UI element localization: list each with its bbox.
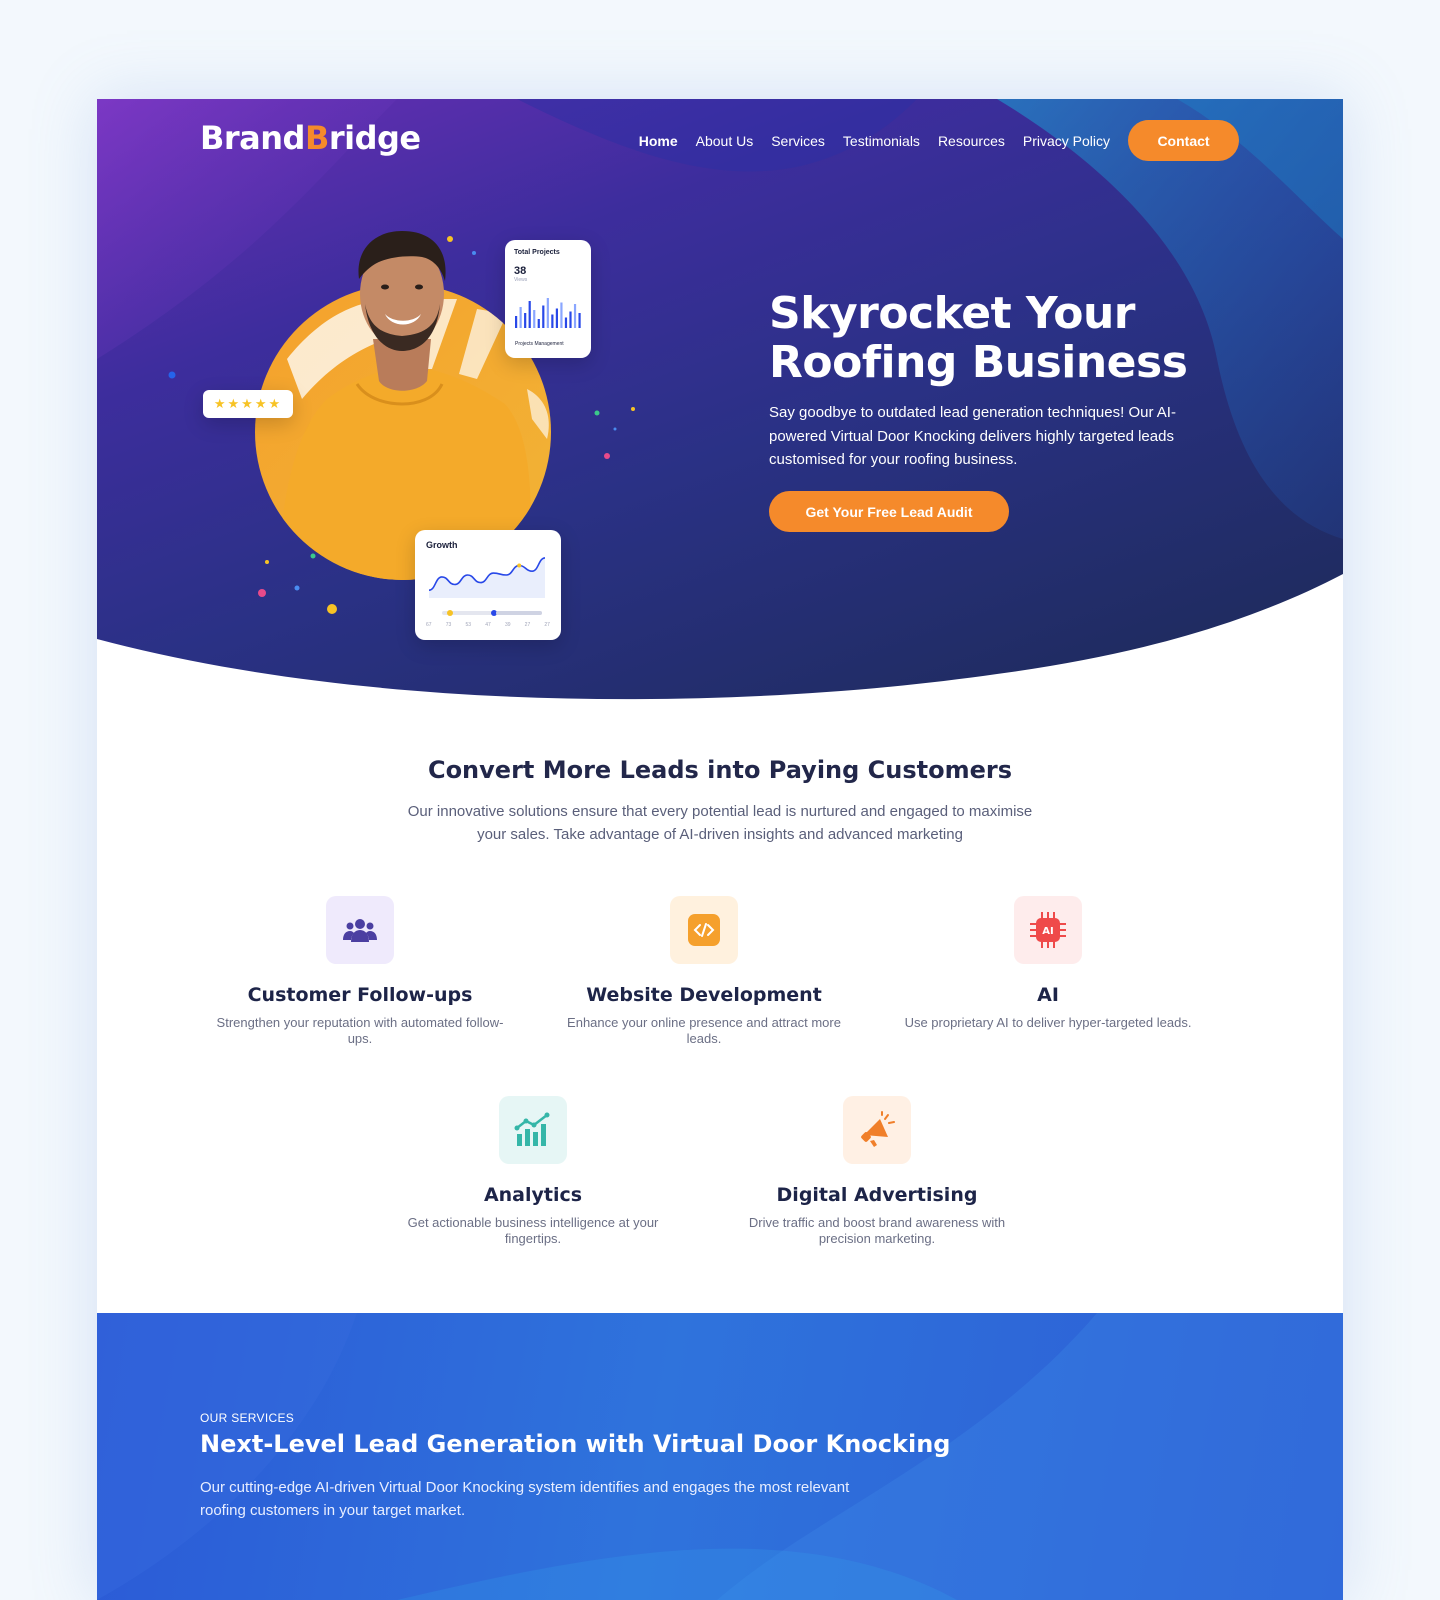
projects-card-sub: Views [514, 277, 528, 283]
projects-bar [533, 310, 536, 328]
growth-tick-label: 47 [485, 622, 491, 628]
nav-services[interactable]: Services [771, 133, 825, 149]
projects-bar [555, 308, 558, 328]
services-text: Our cutting-edge AI-driven Virtual Door … [200, 1479, 850, 1519]
growth-slider [442, 610, 542, 616]
feature-title: Digital Advertising [776, 1184, 978, 1206]
nav-about-us[interactable]: About Us [696, 133, 754, 149]
growth-tick-label: 67 [426, 622, 432, 628]
growth-card: Growth 67 73 53 47 39 27 27 [415, 530, 561, 640]
projects-bar [515, 316, 518, 328]
projects-card-title: Total Projects [514, 249, 560, 256]
feature-ai: AI AI Use proprietary AI to deliver hype… [898, 896, 1198, 1031]
projects-bar [573, 304, 577, 328]
hero-section: BrandBridge Home About Us Services Testi… [97, 99, 1343, 704]
projects-bar [546, 298, 549, 328]
growth-ticks: 67 73 53 47 39 27 27 [426, 622, 550, 628]
projects-bar [519, 307, 522, 328]
total-projects-card: Total Projects 38 Views Projects Managem… [505, 240, 591, 358]
feature-text: Use proprietary AI to deliver hyper-targ… [904, 1015, 1192, 1030]
growth-line-chart [428, 557, 546, 598]
feature-analytics: Analytics Get actionable business intell… [383, 1096, 683, 1246]
projects-bar [578, 313, 581, 328]
rating-card: ★★★★★ [203, 390, 293, 418]
analytics-chart-icon [499, 1096, 567, 1164]
convert-subtitle: Our innovative solutions ensure that eve… [407, 803, 1033, 843]
hero-text: Say goodbye to outdated lead generation … [769, 404, 1176, 468]
projects-bar [524, 313, 527, 328]
feature-title: Analytics [483, 1184, 583, 1206]
projects-card-footer: Projects Management [515, 341, 564, 347]
growth-card-title: Growth [426, 540, 458, 550]
users-icon [326, 896, 394, 964]
person-photo [168, 231, 635, 614]
growth-tick-label: 27 [544, 622, 550, 628]
feature-title: Customer Follow-ups [247, 984, 473, 1006]
projects-bar [542, 305, 545, 328]
projects-bar [569, 311, 572, 328]
hero-illustration: ★★★★★ Total Projects 38 Views Projects M… [97, 99, 697, 699]
contact-button[interactable]: Contact [1128, 120, 1239, 161]
hero-title: Skyrocket Your Roofing Business [769, 288, 1188, 388]
nav-testimonials[interactable]: Testimonials [843, 133, 920, 149]
growth-tick-label: 73 [445, 622, 452, 628]
convert-title: Convert More Leads into Paying Customers [427, 756, 1013, 784]
projects-card-value: 38 [514, 265, 527, 277]
projects-bar [560, 302, 563, 328]
projects-bar [564, 317, 568, 328]
rating-stars: ★★★★★ [213, 396, 283, 411]
feature-text: Strengthen your reputation with automate… [216, 1015, 504, 1046]
feature-text: Drive traffic and boost brand awareness … [748, 1215, 1006, 1246]
nav-resources[interactable]: Resources [938, 133, 1005, 149]
feature-title: Website Development [586, 984, 822, 1006]
services-section: OUR SERVICES Next-Level Lead Generation … [97, 1313, 1343, 1600]
feature-website-development: Website Development Enhance your online … [554, 896, 854, 1046]
growth-tick-label: 27 [524, 622, 531, 628]
code-icon [670, 896, 738, 964]
feature-title: AI [1037, 984, 1059, 1006]
services-kicker: OUR SERVICES [200, 1411, 295, 1425]
projects-bar [537, 319, 540, 328]
page-frame: BrandBridge Home About Us Services Testi… [97, 99, 1343, 1600]
projects-bar [528, 301, 531, 328]
main-nav: Home About Us Services Testimonials Reso… [621, 120, 1239, 161]
feature-text: Get actionable business intelligence at … [407, 1215, 659, 1246]
growth-point [517, 563, 522, 568]
free-lead-audit-button[interactable]: Get Your Free Lead Audit [769, 491, 1009, 532]
feature-digital-advertising: Digital Advertising Drive traffic and bo… [727, 1096, 1027, 1246]
growth-tick-label: 39 [504, 622, 511, 628]
feature-customer-follow-ups: Customer Follow-ups Strengthen your repu… [210, 896, 510, 1046]
feature-text: Enhance your online presence and attract… [567, 1015, 841, 1046]
growth-tick-label: 53 [465, 622, 472, 628]
ai-chip-icon: AI [1014, 896, 1082, 964]
projects-bar [551, 314, 554, 328]
projects-bar-chart [515, 298, 581, 328]
svg-text:AI: AI [1042, 926, 1053, 937]
nav-privacy-policy[interactable]: Privacy Policy [1023, 133, 1110, 149]
services-title: Next-Level Lead Generation with Virtual … [200, 1430, 951, 1458]
megaphone-icon [843, 1096, 911, 1164]
